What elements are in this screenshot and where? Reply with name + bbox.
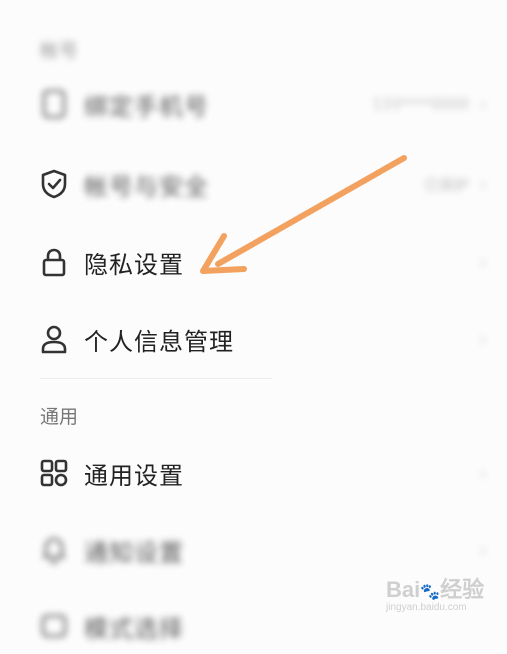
watermark-suffix: 经验 (440, 577, 485, 602)
arrow-annotation-icon (200, 155, 407, 274)
baidu-jingyan-watermark: Bai🐾经验 jingyan.baidu.com (386, 572, 498, 616)
watermark-logo: Bai (386, 577, 421, 602)
paw-icon: 🐾 (420, 584, 441, 601)
watermark-site: jingyan.baidu.com (386, 602, 467, 613)
